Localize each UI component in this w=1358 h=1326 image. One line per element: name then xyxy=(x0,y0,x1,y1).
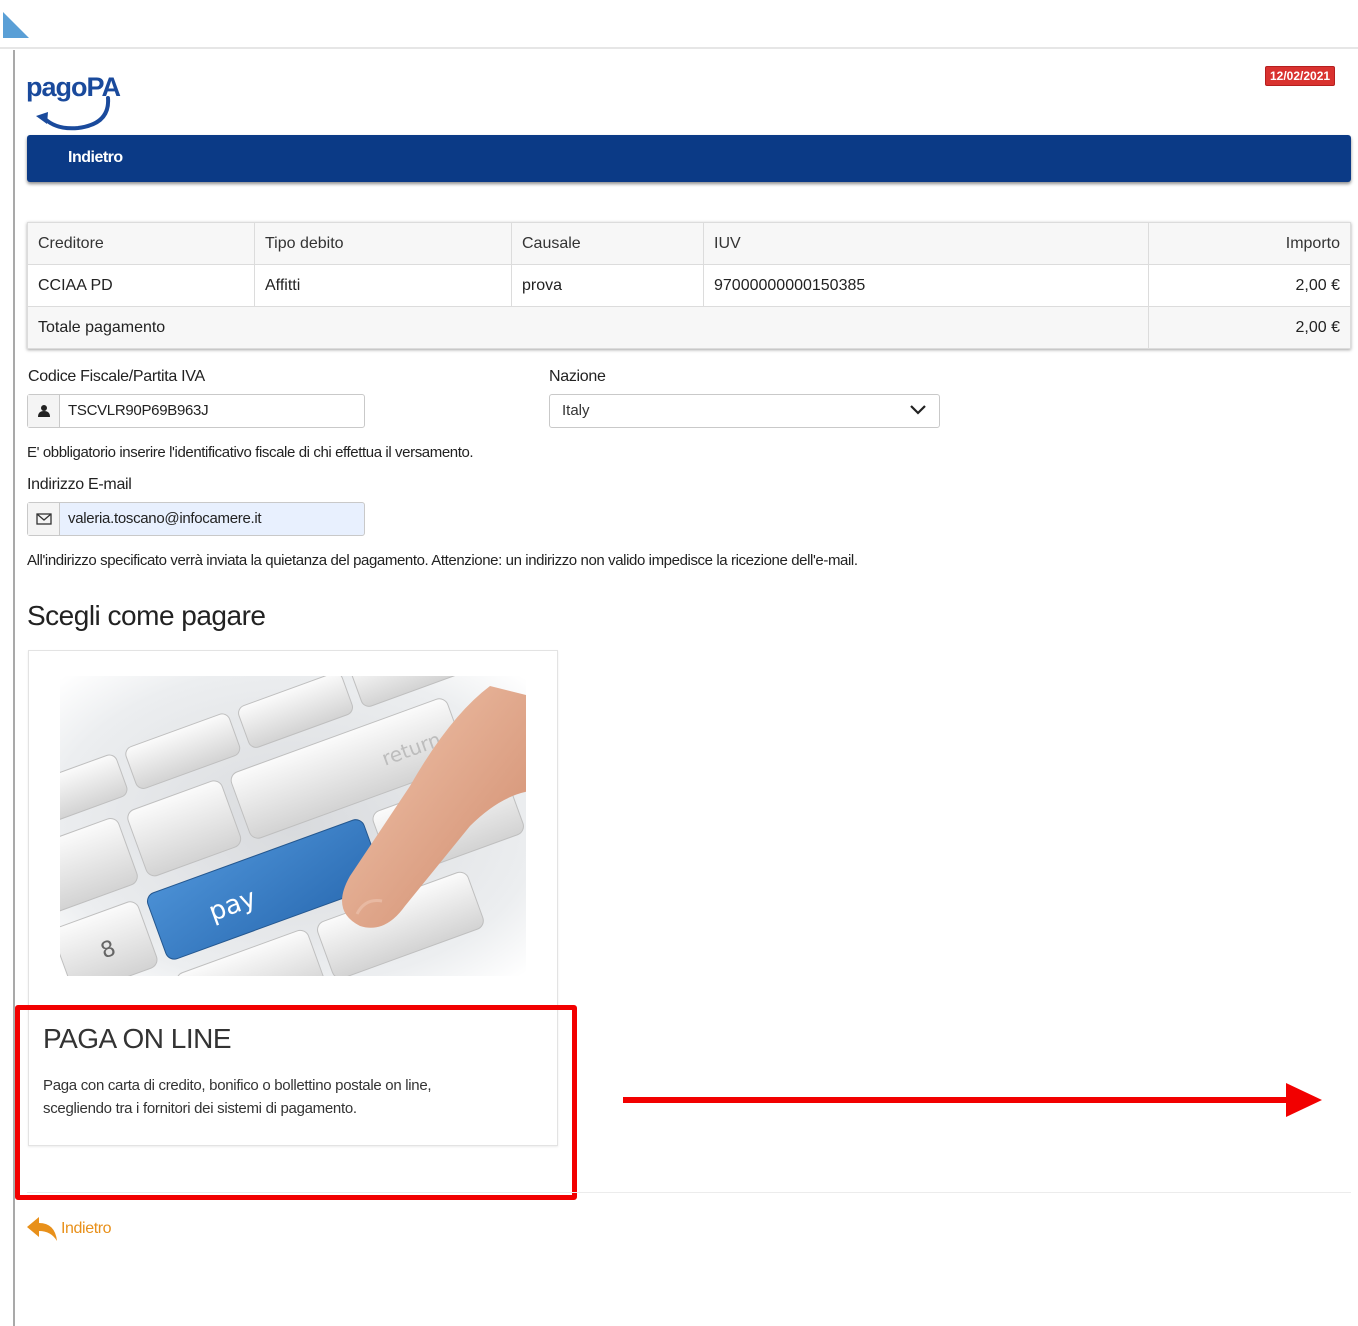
country-label: Nazione xyxy=(549,368,606,385)
email-field[interactable]: valeria.toscano@infocamere.it xyxy=(27,502,365,536)
fiscal-code-label: Codice Fiscale/Partita IVA xyxy=(28,368,205,385)
total-label: Totale pagamento xyxy=(27,306,1149,349)
table-row: CCIAA PD Affitti prova 97000000000150385… xyxy=(27,264,1351,307)
cell-importo: 2,00 € xyxy=(1148,264,1351,307)
email-help: All'indirizzo specificato verrà inviata … xyxy=(27,552,858,569)
footer-back-link[interactable]: Indietro xyxy=(25,1215,112,1243)
th-causale: Causale xyxy=(511,222,704,265)
cell-causale: prova xyxy=(511,264,704,307)
fiscal-code-value: TSCVLR90P69B963J xyxy=(68,402,209,419)
top-navbar: Indietro xyxy=(27,135,1351,182)
keyboard-pay-image: return 8 pay xyxy=(60,676,526,976)
payment-summary-table: Creditore Tipo debito Causale IUV Import… xyxy=(27,222,1351,349)
highlight-annotation-box xyxy=(15,1005,577,1200)
annotation-arrow-line xyxy=(623,1097,1288,1103)
user-icon xyxy=(28,395,60,427)
corner-triangle xyxy=(3,12,29,38)
fiscal-code-help: E' obbligatorio inserire l'identificativ… xyxy=(27,444,474,461)
section-title: Scegli come pagare xyxy=(27,600,266,631)
th-iuv: IUV xyxy=(703,222,1149,265)
fiscal-code-field[interactable]: TSCVLR90P69B963J xyxy=(27,394,365,428)
table-header-row: Creditore Tipo debito Causale IUV Import… xyxy=(27,222,1351,265)
th-importo: Importo xyxy=(1148,222,1351,265)
email-label: Indirizzo E-mail xyxy=(27,476,132,493)
table-total-row: Totale pagamento 2,00 € xyxy=(27,306,1351,349)
logo-arc-icon xyxy=(36,96,111,131)
pagopa-logo: pagoPA xyxy=(24,72,121,134)
arrow-right-icon xyxy=(1286,1083,1322,1117)
country-select[interactable]: Italy xyxy=(549,394,940,428)
top-divider xyxy=(0,47,1358,49)
cell-creditore: CCIAA PD xyxy=(27,264,255,307)
date-badge: 12/02/2021 xyxy=(1265,66,1336,86)
footer-back-label: Indietro xyxy=(61,1220,112,1237)
email-value: valeria.toscano@infocamere.it xyxy=(68,510,262,527)
cell-iuv: 97000000000150385 xyxy=(703,264,1149,307)
total-value: 2,00 € xyxy=(1148,306,1351,349)
country-value: Italy xyxy=(562,402,590,419)
envelope-icon xyxy=(28,503,60,535)
th-tipo-debito: Tipo debito xyxy=(254,222,512,265)
cell-tipo-debito: Affitti xyxy=(254,264,512,307)
chevron-down-icon xyxy=(910,405,926,415)
bottom-divider xyxy=(27,1192,1351,1193)
reply-arrow-icon xyxy=(27,1217,57,1241)
th-creditore: Creditore xyxy=(27,222,255,265)
navbar-back-link[interactable]: Indietro xyxy=(68,149,123,167)
